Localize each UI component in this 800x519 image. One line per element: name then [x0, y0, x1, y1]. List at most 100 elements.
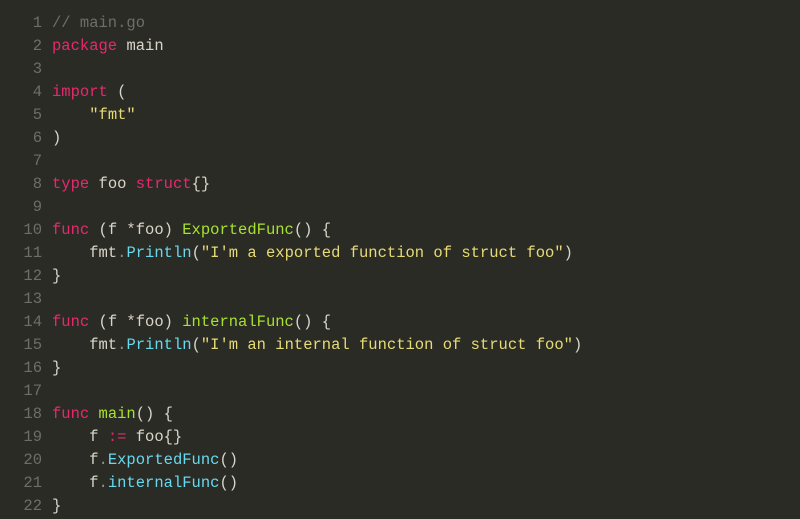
code-content: func main() {: [52, 403, 173, 426]
line-number: 12: [0, 265, 52, 288]
token-punct: fmt: [52, 244, 117, 262]
code-line: 22}: [0, 495, 800, 518]
token-type: ExportedFunc: [108, 451, 220, 469]
line-number: 18: [0, 403, 52, 426]
line-number: 9: [0, 196, 52, 219]
token-punct: }: [52, 359, 61, 377]
code-line: 6): [0, 127, 800, 150]
token-punct: (f *foo): [89, 221, 182, 239]
token-keyword: func: [52, 313, 89, 331]
token-punct: [89, 175, 98, 193]
code-line: 2package main: [0, 35, 800, 58]
token-ident: foo: [99, 175, 127, 193]
line-number: 14: [0, 311, 52, 334]
code-content: package main: [52, 35, 164, 58]
line-number: 5: [0, 104, 52, 127]
line-number: 22: [0, 495, 52, 518]
code-line: 19 f := foo{}: [0, 426, 800, 449]
token-func: internalFunc: [182, 313, 294, 331]
token-punct: (: [108, 83, 127, 101]
code-editor: 1// main.go2package main34import (5 "fmt…: [0, 0, 800, 518]
token-keyword: type: [52, 175, 89, 193]
line-number: 16: [0, 357, 52, 380]
line-number: 10: [0, 219, 52, 242]
code-line: 7: [0, 150, 800, 173]
code-line: 8type foo struct{}: [0, 173, 800, 196]
code-line: 18func main() {: [0, 403, 800, 426]
token-punct: (f *foo): [89, 313, 182, 331]
token-punct: () {: [294, 313, 331, 331]
code-line: 5 "fmt": [0, 104, 800, 127]
line-number: 20: [0, 449, 52, 472]
token-func: ExportedFunc: [182, 221, 294, 239]
token-punct: f: [52, 428, 108, 446]
code-content: }: [52, 495, 61, 518]
line-number: 1: [0, 12, 52, 35]
token-punct: () {: [294, 221, 331, 239]
token-punct: ): [52, 129, 61, 147]
token-keyword: package: [52, 37, 117, 55]
token-punct: ): [564, 244, 573, 262]
token-comment: // main.go: [52, 14, 145, 32]
code-line: 12}: [0, 265, 800, 288]
code-line: 11 fmt.Println("I'm a exported function …: [0, 242, 800, 265]
token-punct: {}: [192, 175, 211, 193]
line-number: 8: [0, 173, 52, 196]
code-line: 20 f.ExportedFunc(): [0, 449, 800, 472]
line-number: 19: [0, 426, 52, 449]
code-line: 10func (f *foo) ExportedFunc() {: [0, 219, 800, 242]
line-number: 17: [0, 380, 52, 403]
token-punct: (): [219, 474, 238, 492]
token-keyword: func: [52, 221, 89, 239]
line-number: 11: [0, 242, 52, 265]
code-line: 1// main.go: [0, 12, 800, 35]
token-keyword: struct: [136, 175, 192, 193]
code-content: f.internalFunc(): [52, 472, 238, 495]
code-line: 14func (f *foo) internalFunc() {: [0, 311, 800, 334]
code-line: 17: [0, 380, 800, 403]
line-number: 2: [0, 35, 52, 58]
token-dot: .: [99, 451, 108, 469]
line-number: 21: [0, 472, 52, 495]
token-punct: fmt: [52, 336, 117, 354]
token-punct: foo{}: [126, 428, 182, 446]
token-type: Println: [126, 336, 191, 354]
code-line: 9: [0, 196, 800, 219]
token-punct: (): [219, 451, 238, 469]
code-content: type foo struct{}: [52, 173, 210, 196]
code-line: 16}: [0, 357, 800, 380]
token-keyword: func: [52, 405, 89, 423]
line-number: 7: [0, 150, 52, 173]
token-punct: ): [573, 336, 582, 354]
code-content: fmt.Println("I'm a exported function of …: [52, 242, 573, 265]
line-number: 3: [0, 58, 52, 81]
code-content: f.ExportedFunc(): [52, 449, 238, 472]
token-punct: [52, 106, 89, 124]
token-punct: }: [52, 267, 61, 285]
code-content: import (: [52, 81, 126, 104]
token-type: Println: [126, 244, 191, 262]
token-punct: f: [52, 474, 99, 492]
token-dot: .: [99, 474, 108, 492]
code-line: 21 f.internalFunc(): [0, 472, 800, 495]
token-punct: (: [192, 244, 201, 262]
code-content: ): [52, 127, 61, 150]
token-keyword: :=: [108, 428, 127, 446]
token-string: "I'm a exported function of struct foo": [201, 244, 564, 262]
code-content: "fmt": [52, 104, 136, 127]
token-keyword: import: [52, 83, 108, 101]
code-content: func (f *foo) ExportedFunc() {: [52, 219, 331, 242]
code-content: f := foo{}: [52, 426, 182, 449]
token-type: internalFunc: [108, 474, 220, 492]
token-punct: (: [192, 336, 201, 354]
code-line: 13: [0, 288, 800, 311]
token-punct: }: [52, 497, 61, 515]
token-punct: [89, 405, 98, 423]
code-line: 15 fmt.Println("I'm an internal function…: [0, 334, 800, 357]
code-line: 3: [0, 58, 800, 81]
token-string: "fmt": [89, 106, 136, 124]
code-content: // main.go: [52, 12, 145, 35]
line-number: 13: [0, 288, 52, 311]
code-content: }: [52, 265, 61, 288]
code-content: fmt.Println("I'm an internal function of…: [52, 334, 582, 357]
